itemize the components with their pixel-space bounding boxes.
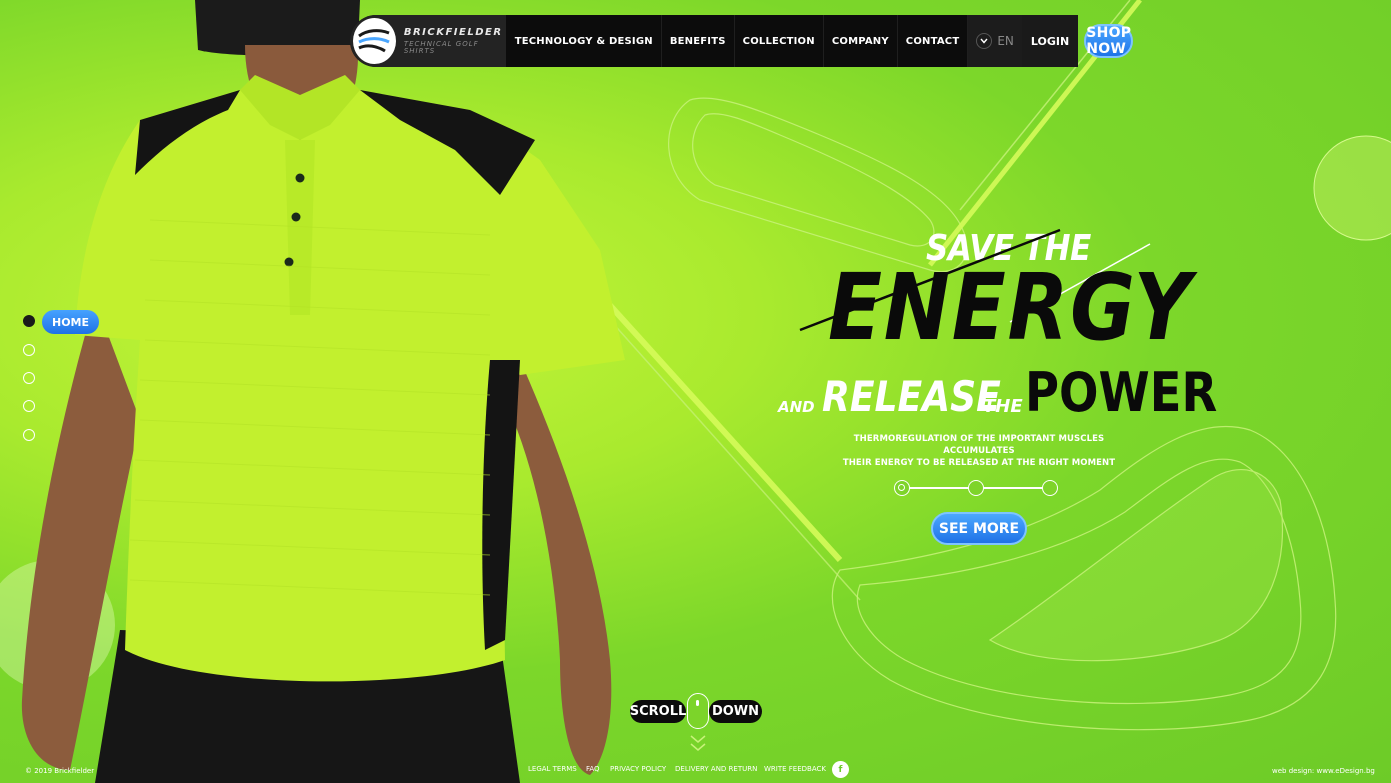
footer-link-legal-terms[interactable]: LEGAL TERMS [528,765,577,773]
hero-subtext: THERMOREGULATION OF THE IMPORTANT MUSCLE… [820,433,1138,469]
brand-tagline: TECHNICAL GOLF SHIRTS [403,39,479,55]
down-label: DOWN [709,700,762,723]
section-dot-5[interactable] [23,429,35,441]
shop-now-button[interactable]: SHOP NOW [1084,24,1134,58]
brand-emblem-icon [353,18,396,64]
hero-word-release: RELEASE [822,372,1001,421]
nav-item-collection[interactable]: COLLECTION [735,15,824,67]
slide-dot-1[interactable] [894,480,910,496]
mouse-scroll-icon[interactable] [687,693,709,729]
login-link[interactable]: LOGIN [1021,15,1079,67]
section-dot-home[interactable] [23,315,35,327]
copyright-text: © 2019 Brickfielder [25,767,95,775]
nav-item-company[interactable]: COMPANY [824,15,898,67]
slide-dot-3[interactable] [1042,480,1058,496]
scroll-label: SCROLL [630,700,686,723]
chevron-down-icon [690,735,706,751]
slide-dot-2[interactable] [968,480,984,496]
nav-item-technology-design[interactable]: TECHNOLOGY & DESIGN [506,15,662,67]
section-label-home[interactable]: HOME [42,310,100,334]
language-label: EN [997,34,1014,48]
model-golf-shirt-image [21,0,625,783]
hero-line-energy: ENERGY [828,254,1193,361]
see-more-button[interactable]: SEE MORE [931,512,1027,545]
hero-word-the: THE [983,396,1023,417]
language-selector[interactable]: EN [968,15,1022,67]
hero-subtext-line-1: THERMOREGULATION OF THE IMPORTANT MUSCLE… [853,434,1105,456]
facebook-icon[interactable]: f [832,761,849,778]
nav-links: TECHNOLOGY & DESIGN BENEFITS COLLECTION … [506,15,969,67]
brand-logo[interactable]: BRICKFIELDER TECHNICAL GOLF SHIRTS [350,15,506,67]
hero-subtext-line-2: THEIR ENERGY TO BE RELEASED AT THE RIGHT… [842,458,1116,468]
section-dot-2[interactable] [23,344,35,356]
chevron-down-icon [976,33,993,49]
section-dot-4[interactable] [23,400,35,412]
footer-link-faq[interactable]: FAQ [586,765,600,773]
hero-word-power: POWER [1025,361,1218,424]
main-navigation-bar: BRICKFIELDER TECHNICAL GOLF SHIRTS TECHN… [350,15,1134,67]
nav-item-contact[interactable]: CONTACT [898,15,969,67]
hero-word-and: AND [778,398,815,416]
section-dot-3[interactable] [23,372,35,384]
footer-link-privacy-policy[interactable]: PRIVACY POLICY [610,765,666,773]
brand-name: BRICKFIELDER [403,26,503,38]
web-design-credit: web design: www.eDesign.bg [1272,767,1375,775]
nav-item-benefits[interactable]: BENEFITS [662,15,735,67]
footer-link-delivery-return[interactable]: DELIVERY AND RETURN [675,765,757,773]
footer-link-write-feedback[interactable]: WRITE FEEDBACK [764,765,826,773]
